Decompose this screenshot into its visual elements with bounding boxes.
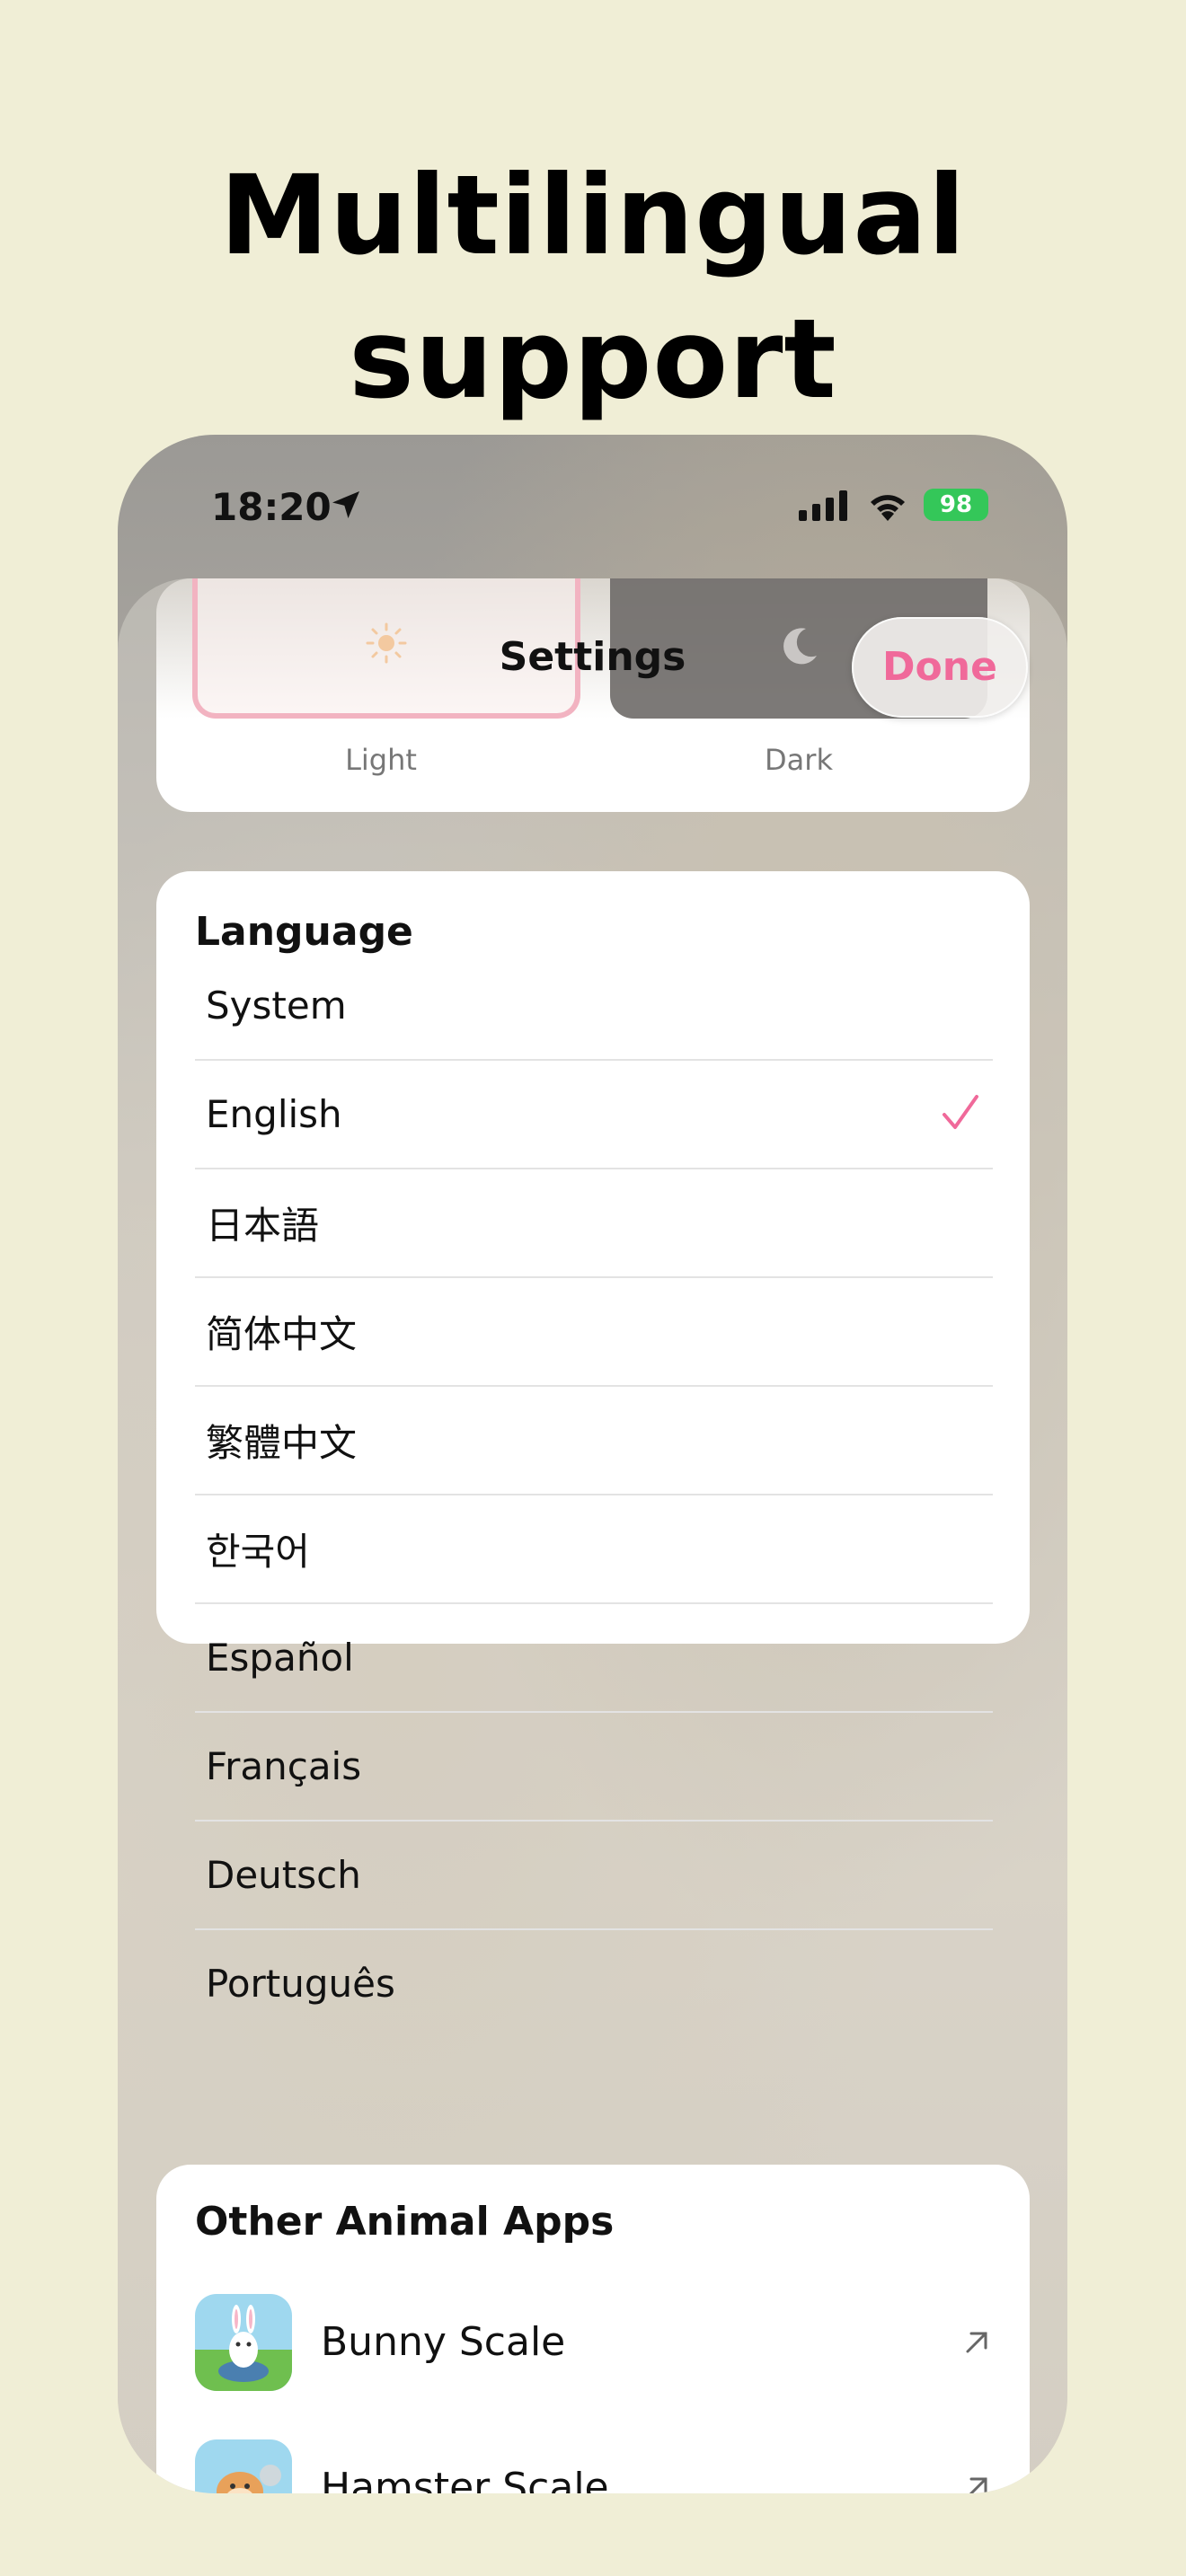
wifi-icon (871, 495, 905, 521)
other-apps-card: Other Animal Apps Bunny Scale Hamster Sc… (156, 2165, 1030, 2493)
language-label: 繁體中文 (206, 1421, 358, 1465)
language-option-simplified-chinese[interactable]: 简体中文 (195, 1278, 993, 1387)
app-row-hamster-scale[interactable]: Hamster Scale (195, 2439, 993, 2493)
language-option-french[interactable]: Français (195, 1713, 993, 1822)
language-option-traditional-chinese[interactable]: 繁體中文 (195, 1387, 993, 1495)
headline: Multilingual support (219, 152, 967, 423)
language-label: English (206, 1092, 342, 1136)
language-option-system[interactable]: System (195, 952, 993, 1061)
battery-charging-icon: 98 (924, 489, 988, 521)
language-label: Français (206, 1744, 362, 1788)
language-label: Español (206, 1636, 354, 1680)
app-name: Hamster Scale (321, 2465, 609, 2493)
language-label: System (206, 984, 347, 1028)
app-name: Bunny Scale (321, 2319, 566, 2365)
phone-screen: 18:20 98 Light Dark Settings Done Langua… (118, 435, 1067, 2493)
language-option-portuguese[interactable]: Português (195, 1930, 993, 2037)
language-option-japanese[interactable]: 日本語 (195, 1169, 993, 1278)
external-link-arrow-icon (966, 2332, 987, 2353)
language-section-title: Language (195, 909, 413, 955)
theme-dark-label: Dark (765, 743, 833, 777)
language-label: 简体中文 (206, 1312, 358, 1356)
theme-light-label: Light (345, 743, 417, 777)
language-option-german[interactable]: Deutsch (195, 1822, 993, 1930)
battery-level: 98 (939, 491, 973, 518)
app-row-bunny-scale[interactable]: Bunny Scale (195, 2294, 993, 2393)
checkmark-icon (943, 1095, 978, 1129)
other-apps-section-title: Other Animal Apps (195, 2199, 615, 2245)
language-label: 日本語 (206, 1204, 320, 1248)
language-option-english[interactable]: English (195, 1061, 993, 1169)
bunny-app-icon (195, 2294, 292, 2391)
location-arrow-icon (332, 491, 359, 518)
external-link-arrow-icon (969, 2477, 987, 2493)
language-label: Deutsch (206, 1853, 361, 1897)
language-option-spanish[interactable]: Español (195, 1604, 993, 1713)
done-button[interactable]: Done (852, 617, 1028, 718)
language-label: 한국어 (206, 1530, 310, 1574)
status-bar: 18:20 98 (118, 435, 1067, 569)
language-list: System English 日本語 简体中文 繁體中文 한국어 Español… (195, 952, 993, 2037)
language-option-korean[interactable]: 한국어 (195, 1495, 993, 1604)
cellular-signal-icon (799, 490, 847, 521)
language-card: Language System English 日本語 简体中文 繁體中文 한국… (156, 871, 1030, 2006)
language-label: Português (206, 1962, 395, 2006)
hamster-app-icon (195, 2439, 292, 2493)
status-time: 18:20 (211, 485, 332, 529)
